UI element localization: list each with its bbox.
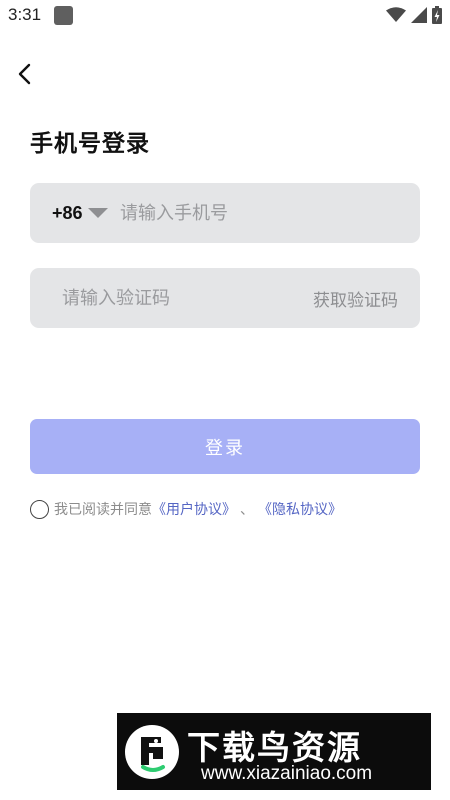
verification-code-input[interactable]	[62, 268, 292, 328]
chevron-left-icon	[18, 63, 31, 85]
agree-checkbox[interactable]	[30, 499, 49, 519]
status-time: 3:31	[8, 5, 42, 24]
privacy-policy-link[interactable]: 《隐私协议》	[258, 499, 342, 519]
watermark-title: 下载鸟资源	[187, 728, 362, 767]
agreement-separator: 、	[240, 502, 254, 518]
code-field: 获取验证码	[30, 268, 420, 328]
back-button[interactable]	[8, 57, 42, 91]
battery-charging-icon	[432, 6, 442, 24]
bird-logo-icon	[125, 725, 179, 779]
login-button[interactable]: 登录	[30, 419, 420, 474]
agreement-prefix: 我已阅读并同意	[54, 502, 152, 518]
caret-down-icon	[87, 208, 108, 218]
user-agreement-link[interactable]: 《用户协议》	[152, 499, 236, 519]
get-code-button[interactable]: 获取验证码	[313, 268, 398, 328]
wifi-icon	[386, 7, 406, 22]
agreement-row: 我已阅读并同意 《用户协议》 、 《隐私协议》	[30, 497, 342, 521]
country-code-selector[interactable]: +86	[52, 183, 108, 243]
page-title: 手机号登录	[30, 131, 150, 157]
status-icons	[386, 6, 442, 24]
watermark-banner: 下载鸟资源 www.xiazainiao.com	[117, 713, 431, 790]
country-code-label: +86	[52, 202, 83, 223]
status-bar: 3:31	[0, 0, 450, 30]
cellular-signal-icon	[411, 7, 427, 23]
app-notification-icon	[54, 6, 73, 25]
watermark-url: www.xiazainiao.com	[201, 763, 373, 784]
phone-field: +86	[30, 183, 420, 243]
phone-input[interactable]	[120, 183, 400, 243]
